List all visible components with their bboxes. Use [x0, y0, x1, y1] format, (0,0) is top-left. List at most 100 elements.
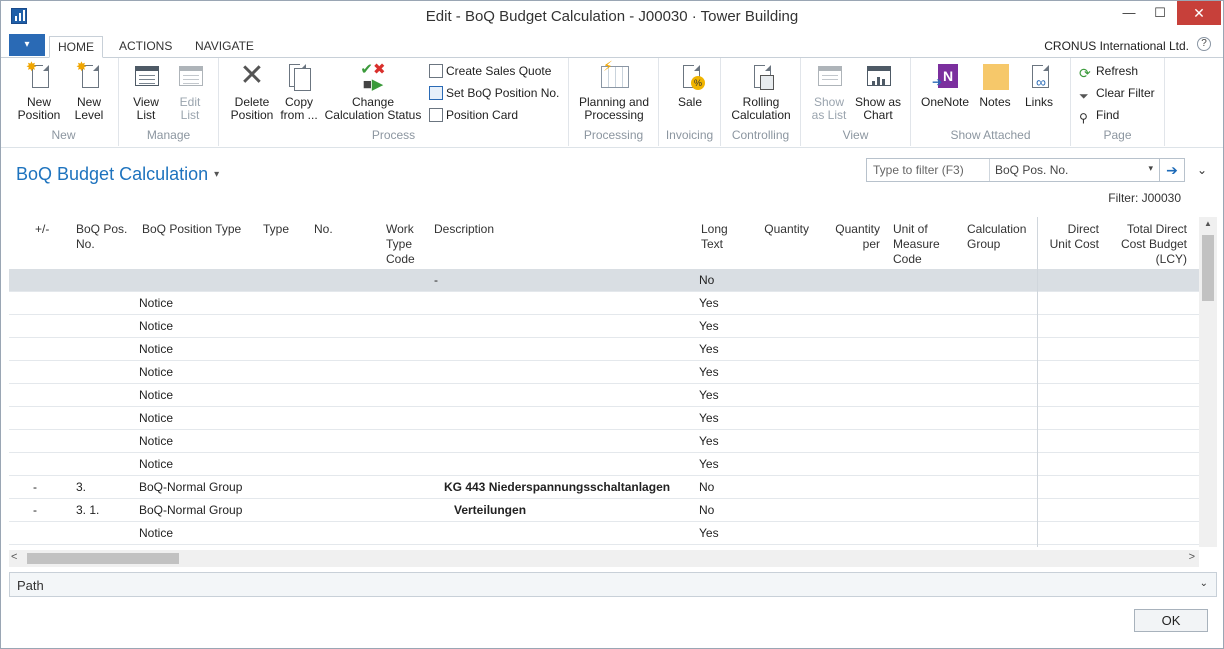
cell-long-text: No: [699, 480, 715, 494]
table-row[interactable]: Notice Yes: [9, 338, 1199, 361]
filter-label: Filter: J00030: [1108, 191, 1181, 205]
find-button[interactable]: ⚲ Find: [1079, 107, 1119, 125]
column-header-total-direct-cost[interactable]: Total Direct Cost Budget (LCY): [1107, 222, 1187, 267]
rolling-calculation-button[interactable]: Rolling Calculation: [725, 62, 797, 122]
column-header-quantity-per[interactable]: Quantity per: [824, 222, 880, 252]
ok-button[interactable]: OK: [1134, 609, 1208, 632]
scroll-up-icon[interactable]: ▲: [1199, 219, 1217, 228]
change-status-icon: ✔✖ ■▶: [360, 61, 386, 93]
new-position-button[interactable]: ✸ New Position: [15, 60, 63, 122]
ribbon-group-page: ⟳ Refresh ⏷ Clear Filter ⚲ Find Page: [1071, 58, 1165, 146]
tab-home[interactable]: HOME: [49, 36, 103, 58]
column-header-calculation-group[interactable]: Calculation Group: [967, 222, 1026, 252]
notes-button[interactable]: Notes: [975, 62, 1015, 109]
change-calculation-status-button[interactable]: ✔✖ ■▶ Change Calculation Status: [323, 62, 423, 122]
cell-long-text: Yes: [699, 296, 719, 310]
vertical-scrollbar[interactable]: ▲: [1199, 217, 1217, 547]
chevron-down-icon[interactable]: ⌄: [1200, 578, 1208, 589]
filter-box: Type to filter (F3) BoQ Pos. No. ▾: [866, 158, 1160, 182]
scroll-right-icon[interactable]: >: [1189, 551, 1195, 563]
filter-input[interactable]: Type to filter (F3): [873, 163, 964, 177]
create-sales-quote-button[interactable]: Create Sales Quote: [429, 63, 551, 79]
table-row[interactable]: - 3. 1. BoQ-Normal Group Verteilungen No: [9, 499, 1199, 522]
cell-position-type: Notice: [139, 526, 174, 540]
horizontal-scrollbar[interactable]: < >: [9, 550, 1199, 567]
table-row[interactable]: Notice Yes: [9, 384, 1199, 407]
position-card-button[interactable]: Position Card: [429, 107, 518, 123]
ribbon-group-show-attached: N ➔ OneNote Notes ∞ Links Show Attached: [911, 58, 1071, 146]
group-label-page: Page: [1103, 128, 1132, 142]
column-header-no[interactable]: No.: [314, 222, 333, 237]
column-header-unit-of-measure[interactable]: Unit of Measure Code: [893, 222, 940, 267]
close-button[interactable]: ✕: [1177, 1, 1221, 25]
new-document-icon: ✸: [24, 60, 54, 92]
column-header-description[interactable]: Description: [434, 222, 494, 237]
tab-navigate[interactable]: NAVIGATE: [187, 36, 262, 58]
chevron-down-icon[interactable]: ▾: [1148, 163, 1153, 174]
vertical-scroll-thumb[interactable]: [1202, 235, 1214, 301]
delete-x-icon: ✕: [239, 59, 265, 92]
clear-filter-button[interactable]: ⏷ Clear Filter: [1079, 85, 1155, 103]
group-label-view: View: [842, 128, 869, 142]
minimize-button[interactable]: —: [1114, 1, 1144, 25]
page-title[interactable]: BoQ Budget Calculation ▾: [16, 164, 219, 185]
table-row[interactable]: Notice Yes: [9, 522, 1199, 545]
table-row[interactable]: Notice Yes: [9, 407, 1199, 430]
ribbon-group-controlling: Rolling Calculation Controlling: [721, 58, 801, 146]
group-label-manage: Manage: [146, 128, 191, 142]
view-list-icon: [131, 62, 161, 92]
cell-description: -: [434, 273, 438, 287]
column-header-long-text[interactable]: Long Text: [701, 222, 728, 252]
filter-field-select[interactable]: BoQ Pos. No.: [995, 163, 1068, 177]
cell-long-text: Yes: [699, 434, 719, 448]
table-row[interactable]: - 3. BoQ-Normal Group KG 443 Niederspann…: [9, 476, 1199, 499]
show-as-chart-button[interactable]: Show as Chart: [853, 62, 903, 122]
ribbon-tabs: ▾ HOME ACTIONS NAVIGATE CRONUS Internati…: [1, 32, 1223, 58]
show-as-list-button[interactable]: Show as List: [807, 62, 851, 122]
cell-long-text: Yes: [699, 526, 719, 540]
path-factbox[interactable]: Path ⌄: [9, 572, 1217, 597]
cell-plusminus[interactable]: -: [33, 480, 37, 494]
column-header-quantity[interactable]: Quantity: [749, 222, 809, 237]
table-row[interactable]: Notice Yes: [9, 453, 1199, 476]
table-row[interactable]: Notice Yes: [9, 430, 1199, 453]
help-icon[interactable]: ?: [1197, 37, 1211, 51]
table-row[interactable]: - No: [9, 269, 1199, 292]
links-button[interactable]: ∞ Links: [1019, 62, 1059, 109]
column-header-type[interactable]: Type: [263, 222, 289, 237]
window-title: Edit - BoQ Budget Calculation - J00030 ·…: [425, 8, 799, 25]
column-header-plusminus[interactable]: +/-: [35, 222, 49, 237]
table-row[interactable]: Notice Yes: [9, 361, 1199, 384]
cell-boq-pos-no: 3.: [76, 480, 87, 494]
apply-filter-button[interactable]: ➔: [1160, 158, 1185, 182]
copy-from-button[interactable]: Copy from ...: [277, 62, 321, 122]
planning-and-processing-button[interactable]: ⚡ Planning and Processing: [573, 59, 655, 122]
edit-list-button[interactable]: Edit List: [169, 62, 211, 122]
title-bar: Edit - BoQ Budget Calculation - J00030 ·…: [1, 1, 1223, 32]
company-name: CRONUS International Ltd.: [1044, 39, 1189, 53]
table-row[interactable]: Notice Yes: [9, 315, 1199, 338]
scroll-left-icon[interactable]: <: [11, 551, 17, 563]
table-row[interactable]: Notice Yes: [9, 292, 1199, 315]
cell-plusminus[interactable]: -: [33, 503, 37, 517]
application-menu-button[interactable]: ▾: [9, 34, 45, 56]
cell-description: Verteilungen: [454, 503, 527, 517]
set-boq-position-no-button[interactable]: Set BoQ Position No.: [429, 85, 559, 101]
refresh-button[interactable]: ⟳ Refresh: [1079, 63, 1138, 80]
view-list-button[interactable]: View List: [125, 62, 167, 122]
maximize-button[interactable]: ☐: [1145, 1, 1175, 25]
group-label-process: Process: [371, 128, 416, 142]
collapse-filter-button[interactable]: ⌄: [1197, 163, 1207, 177]
column-header-boq-position-type[interactable]: BoQ Position Type: [142, 222, 241, 237]
clear-filter-icon: ⏷: [1079, 89, 1089, 103]
column-header-work-type-code[interactable]: Work Type Code: [386, 222, 415, 267]
delete-position-button[interactable]: ✕ Delete Position: [227, 59, 277, 122]
horizontal-scroll-thumb[interactable]: [27, 553, 179, 564]
onenote-button[interactable]: N ➔ OneNote: [917, 62, 973, 109]
tab-actions[interactable]: ACTIONS: [111, 36, 180, 58]
column-header-direct-unit-cost[interactable]: Direct Unit Cost: [1039, 222, 1099, 252]
filter-divider: [989, 159, 990, 181]
new-level-button[interactable]: ✸ New Level: [65, 60, 113, 122]
sale-button[interactable]: % Sale: [667, 62, 713, 109]
column-header-boq-pos-no[interactable]: BoQ Pos. No.: [76, 222, 127, 252]
